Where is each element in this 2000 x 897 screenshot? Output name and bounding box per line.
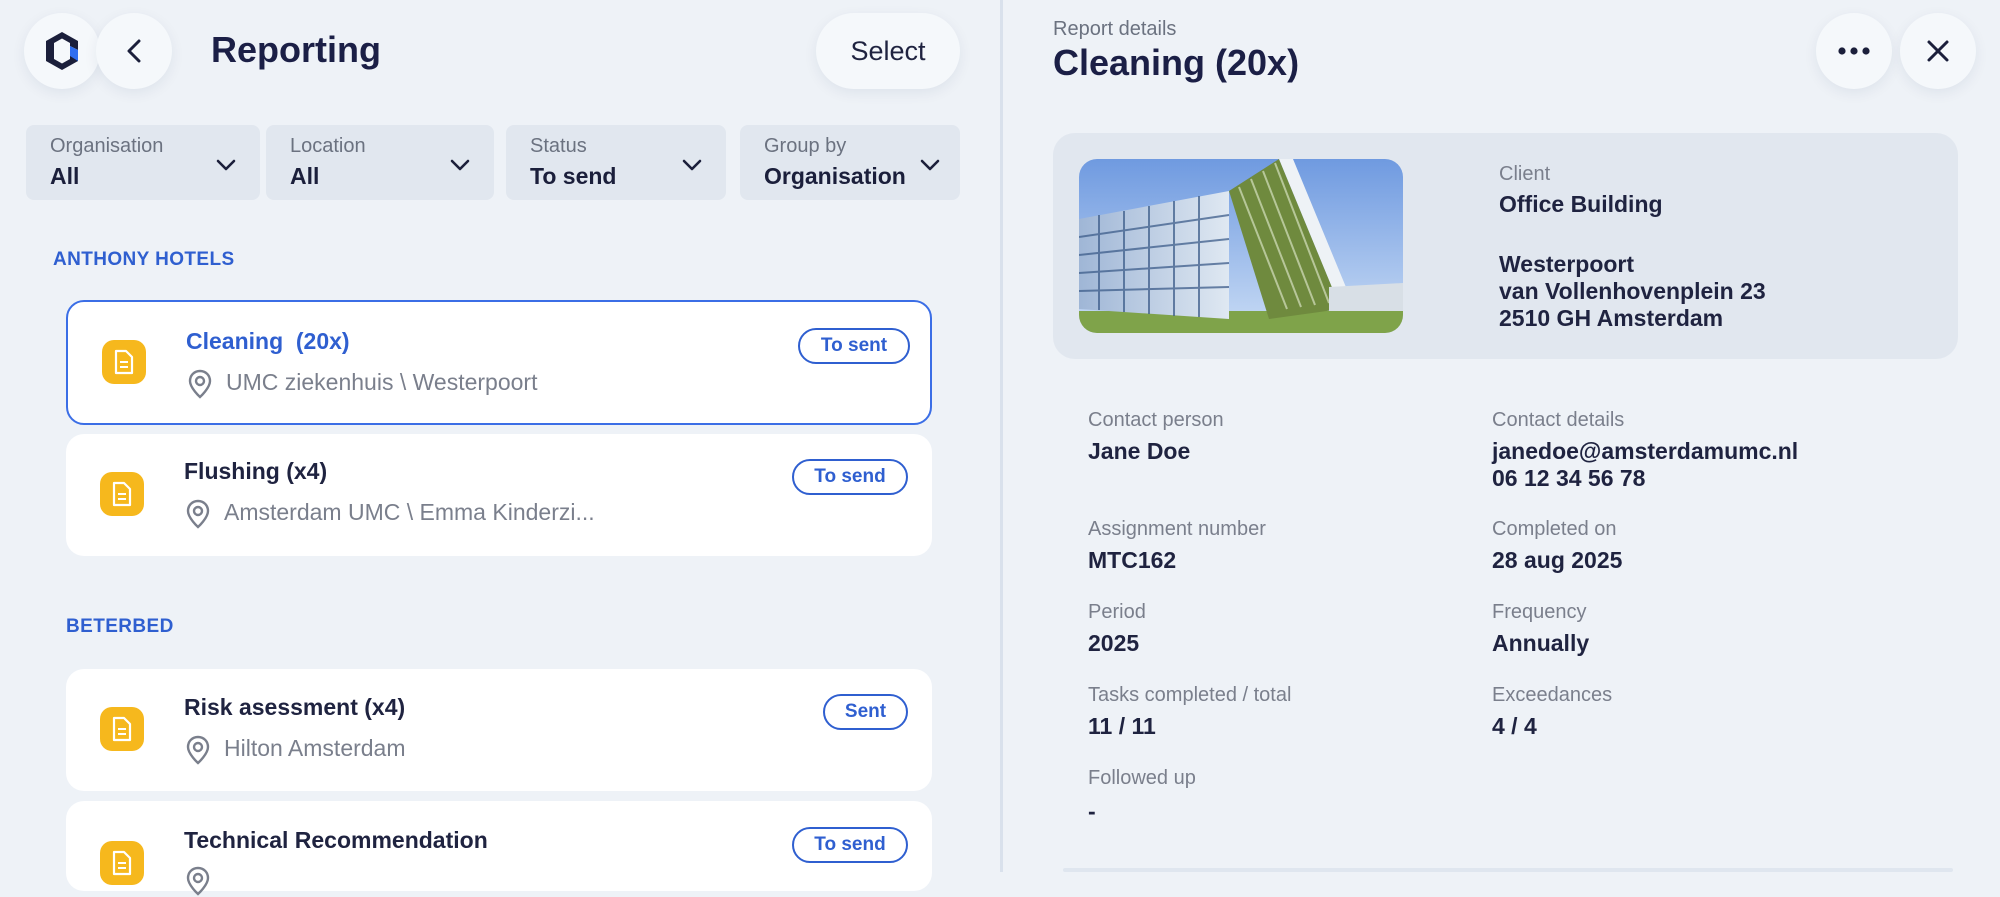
next-section-edge	[1063, 868, 1953, 872]
status-filter[interactable]: Status To send	[506, 125, 726, 200]
back-button[interactable]	[96, 13, 172, 89]
filter-label: Location	[290, 135, 366, 157]
contact-person-label: Contact person	[1088, 409, 1224, 431]
select-button[interactable]: Select	[816, 13, 960, 89]
location-pin-icon	[186, 735, 210, 765]
status-badge: To send	[792, 827, 908, 863]
client-address-line3: 2510 GH Amsterdam	[1499, 305, 1724, 331]
document-icon	[100, 841, 144, 885]
report-title: Cleaning (20x)	[186, 328, 350, 354]
logo-icon	[46, 32, 78, 70]
filter-label: Status	[530, 135, 587, 157]
client-label: Client	[1499, 163, 1551, 185]
client-card: Client Office Building Westerpoort van V…	[1053, 133, 1958, 359]
chevron-down-icon	[216, 159, 236, 171]
more-horizontal-icon	[1838, 47, 1870, 55]
exceedances-value: 4 / 4	[1492, 713, 1537, 739]
document-icon	[100, 707, 144, 751]
period-label: Period	[1088, 601, 1146, 623]
client-name: Office Building	[1499, 191, 1663, 217]
contact-email: janedoe@amsterdamumc.nl	[1492, 438, 1799, 464]
contact-person-value: Jane Doe	[1088, 438, 1191, 464]
app-logo[interactable]	[24, 13, 100, 89]
status-badge: Sent	[823, 694, 908, 730]
filter-value: Organisation	[764, 163, 906, 189]
building-image	[1079, 159, 1403, 333]
group-header-anthony-hotels: ANTHONY HOTELS	[53, 249, 235, 270]
report-card-risk-assessment[interactable]: Risk asessment (x4) Hilton Amsterdam Sen…	[66, 669, 932, 791]
status-badge: To sent	[798, 328, 910, 364]
location-filter[interactable]: Location All	[266, 125, 494, 200]
followed-up-value: -	[1088, 798, 1096, 824]
organisation-filter[interactable]: Organisation All	[26, 125, 260, 200]
completed-on-label: Completed on	[1492, 518, 1617, 540]
report-card-cleaning[interactable]: Cleaning (20x) UMC ziekenhuis \ Westerpo…	[66, 300, 932, 425]
status-badge: To send	[792, 459, 908, 495]
more-options-button[interactable]	[1816, 13, 1892, 89]
chevron-down-icon	[450, 159, 470, 171]
filter-label: Group by	[764, 135, 847, 157]
assignment-number-label: Assignment number	[1088, 518, 1266, 540]
report-card-flushing[interactable]: Flushing (x4) Amsterdam UMC \ Emma Kinde…	[66, 434, 932, 556]
completed-on-value: 28 aug 2025	[1492, 547, 1623, 573]
client-address-line2: van Vollenhovenplein 23	[1499, 278, 1766, 304]
chevron-down-icon	[920, 159, 940, 171]
page-title: Reporting	[211, 29, 381, 70]
filter-label: Organisation	[50, 135, 164, 157]
followed-up-label: Followed up	[1088, 767, 1196, 789]
location-pin-icon	[188, 369, 212, 399]
document-icon	[100, 472, 144, 516]
reporting-list-pane: Reporting Select Organisation All Locati…	[0, 0, 1000, 896]
report-title: Risk asessment (x4)	[184, 694, 406, 720]
chevron-left-icon	[127, 39, 141, 63]
chevron-down-icon	[682, 159, 702, 171]
assignment-number-value: MTC162	[1088, 547, 1177, 573]
period-value: 2025	[1088, 630, 1140, 656]
filter-value: To send	[530, 163, 617, 189]
contact-phone: 06 12 34 56 78	[1492, 465, 1646, 491]
location-pin-icon	[186, 866, 210, 896]
report-location: Amsterdam UMC \ Emma Kinderzi...	[224, 499, 595, 525]
report-details-pane: Report details Cleaning (20x) Client Off…	[1003, 0, 2000, 872]
close-button[interactable]	[1900, 13, 1976, 89]
report-details-title: Cleaning (20x)	[1053, 42, 1300, 83]
report-card-technical-recommendation[interactable]: Technical Recommendation To send	[66, 801, 932, 896]
frequency-label: Frequency	[1492, 601, 1587, 623]
report-title: Technical Recommendation	[184, 827, 488, 853]
location-pin-icon	[186, 499, 210, 529]
section-label: Report details	[1053, 18, 1177, 40]
tasks-label: Tasks completed / total	[1088, 684, 1292, 706]
client-address-line1: Westerpoort	[1499, 251, 1635, 277]
exceedances-label: Exceedances	[1492, 684, 1613, 706]
report-title: Flushing (x4)	[184, 458, 328, 484]
document-icon	[102, 340, 146, 384]
contact-details-label: Contact details	[1492, 409, 1625, 431]
group-by-filter[interactable]: Group by Organisation	[740, 125, 960, 200]
filter-value: All	[290, 163, 320, 189]
filter-value: All	[50, 163, 80, 189]
close-icon	[1927, 40, 1949, 62]
tasks-value: 11 / 11	[1088, 713, 1156, 739]
report-location: UMC ziekenhuis \ Westerpoort	[226, 369, 538, 395]
frequency-value: Annually	[1492, 630, 1590, 656]
group-header-beterbed: BETERBED	[66, 616, 174, 637]
report-location: Hilton Amsterdam	[224, 735, 406, 761]
